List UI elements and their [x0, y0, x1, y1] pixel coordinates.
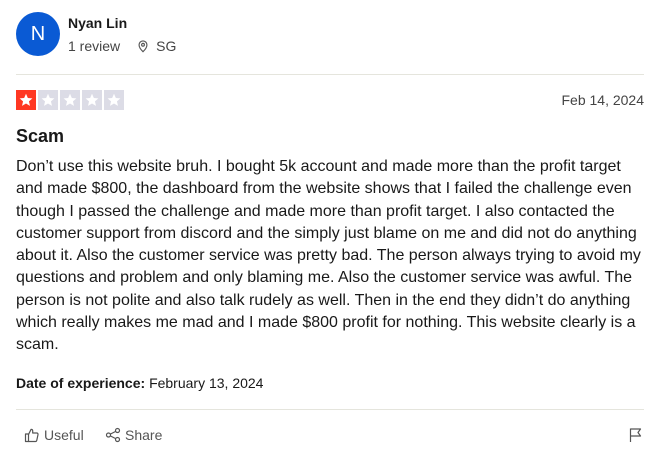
reviewer-location: SG — [156, 38, 177, 54]
share-button[interactable]: Share — [105, 427, 162, 443]
star-empty-icon — [60, 90, 80, 110]
star-empty-icon — [104, 90, 124, 110]
experience-date: February 13, 2024 — [149, 375, 264, 391]
flag-icon[interactable] — [628, 427, 644, 443]
useful-label: Useful — [44, 427, 84, 443]
share-icon — [105, 427, 121, 443]
avatar-initial: N — [30, 22, 46, 45]
reviewer-meta: 1 review SG — [68, 38, 176, 54]
reviewer-name[interactable]: Nyan Lin — [68, 15, 127, 31]
star-filled-icon — [16, 90, 36, 110]
review-count: 1 review — [68, 38, 121, 54]
useful-button[interactable]: Useful — [24, 427, 84, 443]
divider — [16, 409, 644, 410]
share-label: Share — [125, 427, 163, 443]
review-title[interactable]: Scam — [16, 126, 64, 147]
review-date: Feb 14, 2024 — [561, 92, 644, 108]
avatar[interactable]: N — [16, 12, 60, 56]
star-empty-icon — [38, 90, 58, 110]
review-card: N Nyan Lin 1 review SG Feb 14, 2024 Scam… — [0, 0, 660, 461]
star-empty-icon — [82, 90, 102, 110]
divider — [16, 74, 644, 75]
star-rating — [16, 90, 124, 110]
review-body: Don’t use this website bruh. I bought 5k… — [16, 158, 641, 354]
map-pin-icon — [138, 40, 148, 53]
thumbs-up-icon — [24, 428, 39, 443]
date-of-experience: Date of experience: February 13, 2024 — [16, 375, 263, 391]
experience-label: Date of experience: — [16, 375, 146, 391]
